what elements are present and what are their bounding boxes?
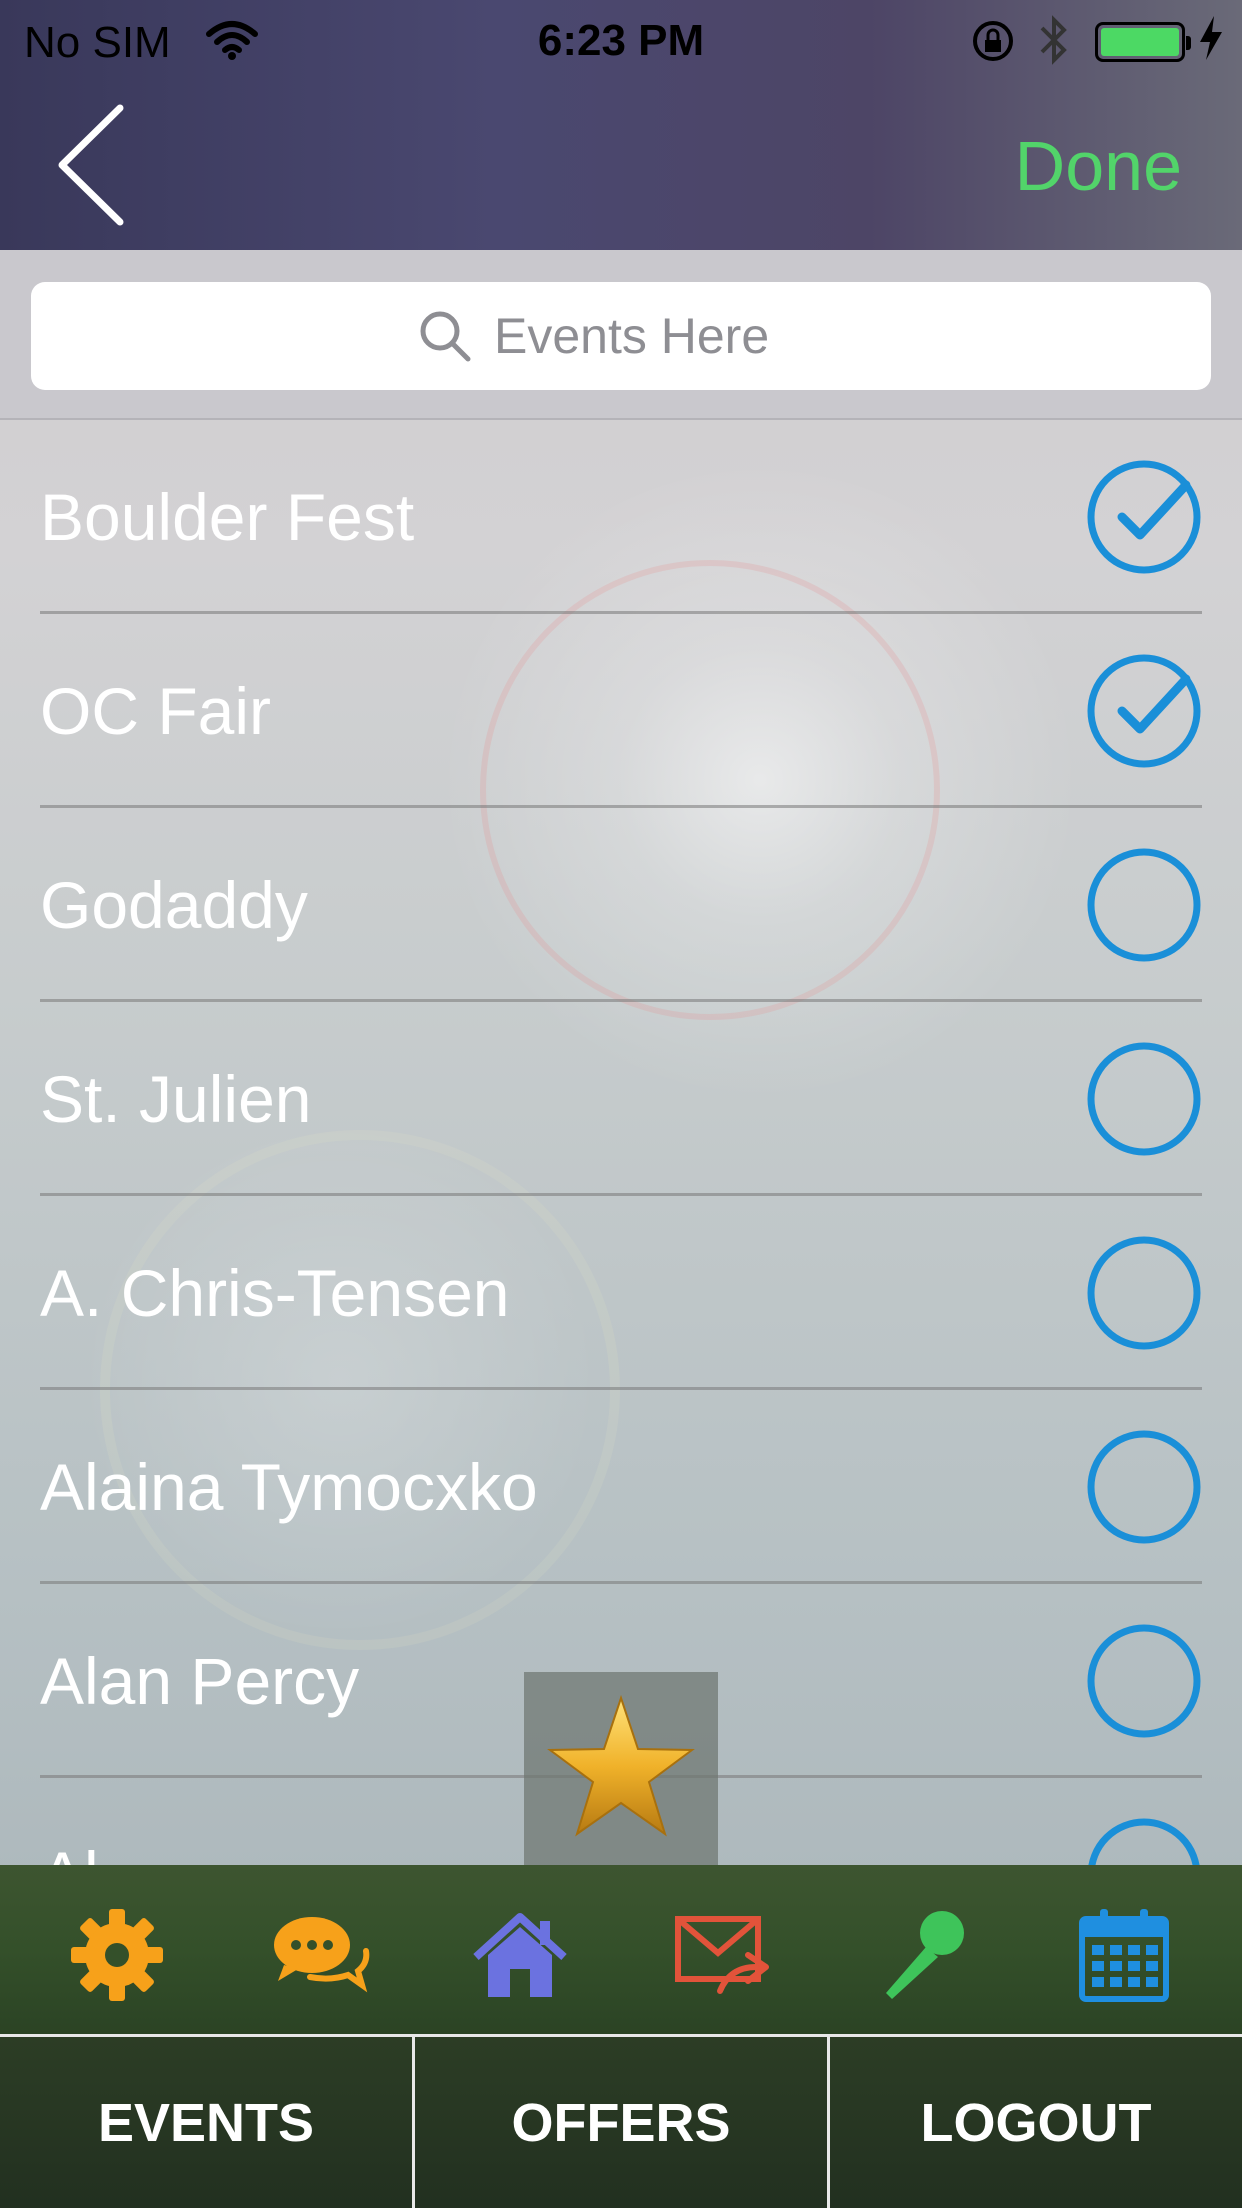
search-field[interactable] bbox=[31, 282, 1211, 390]
event-name: Alan Percy bbox=[40, 1644, 360, 1718]
list-item[interactable]: Alaina Tymocxko bbox=[0, 1390, 1242, 1584]
calendar-icon[interactable] bbox=[1076, 1905, 1176, 2005]
list-item[interactable]: Boulder Fest bbox=[0, 420, 1242, 614]
event-name: Godaddy bbox=[40, 868, 308, 942]
charging-icon bbox=[1198, 14, 1224, 73]
list-item[interactable]: Godaddy bbox=[0, 808, 1242, 1002]
battery-icon bbox=[1095, 22, 1191, 62]
back-button[interactable] bbox=[50, 100, 130, 230]
event-name: St. Julien bbox=[40, 1062, 312, 1136]
event-name: Boulder Fest bbox=[40, 480, 415, 554]
unchecked-circle-icon[interactable] bbox=[1086, 1623, 1202, 1739]
search-bar bbox=[0, 250, 1242, 420]
tab-logout[interactable]: LOGOUT bbox=[827, 2037, 1242, 2208]
list-item[interactable]: OC Fair bbox=[0, 614, 1242, 808]
done-button[interactable]: Done bbox=[1015, 126, 1182, 206]
list-item[interactable]: St. Julien bbox=[0, 1002, 1242, 1196]
navigation-bar: No SIM 6:23 PM Done bbox=[0, 0, 1242, 250]
search-icon bbox=[420, 311, 471, 362]
bottom-tab-bar: EVENTS OFFERS LOGOUT bbox=[0, 2037, 1242, 2208]
unchecked-circle-icon[interactable] bbox=[1086, 1817, 1202, 1865]
tab-offers[interactable]: OFFERS bbox=[412, 2037, 827, 2208]
list-item[interactable]: A. Chris-Tensen bbox=[0, 1196, 1242, 1390]
unchecked-circle-icon[interactable] bbox=[1086, 1429, 1202, 1545]
checked-circle-icon[interactable] bbox=[1086, 653, 1202, 769]
unchecked-circle-icon[interactable] bbox=[1086, 847, 1202, 963]
event-name: OC Fair bbox=[40, 674, 271, 748]
unchecked-circle-icon[interactable] bbox=[1086, 1235, 1202, 1351]
bluetooth-icon bbox=[1036, 14, 1072, 77]
chat-icon[interactable] bbox=[270, 1905, 370, 2005]
mail-forward-icon[interactable] bbox=[672, 1905, 772, 2005]
event-name: Al... bbox=[40, 1778, 154, 1865]
favorite-button[interactable] bbox=[524, 1672, 718, 1866]
event-name: Alaina Tymocxko bbox=[40, 1450, 538, 1524]
orientation-lock-icon bbox=[970, 18, 1016, 75]
checked-circle-icon[interactable] bbox=[1086, 459, 1202, 575]
home-icon[interactable] bbox=[470, 1905, 570, 2005]
tab-events[interactable]: EVENTS bbox=[0, 2037, 412, 2208]
microphone-icon[interactable] bbox=[872, 1905, 972, 2005]
gear-icon[interactable] bbox=[67, 1905, 167, 2005]
event-list: Boulder Fest OC Fair Godaddy St. Julien … bbox=[0, 420, 1242, 1865]
unchecked-circle-icon[interactable] bbox=[1086, 1041, 1202, 1157]
status-bar: No SIM 6:23 PM bbox=[0, 0, 1242, 84]
star-icon bbox=[547, 1694, 695, 1837]
search-input[interactable] bbox=[494, 307, 824, 365]
event-name: A. Chris-Tensen bbox=[40, 1256, 510, 1330]
quick-action-bar bbox=[0, 1865, 1242, 2037]
